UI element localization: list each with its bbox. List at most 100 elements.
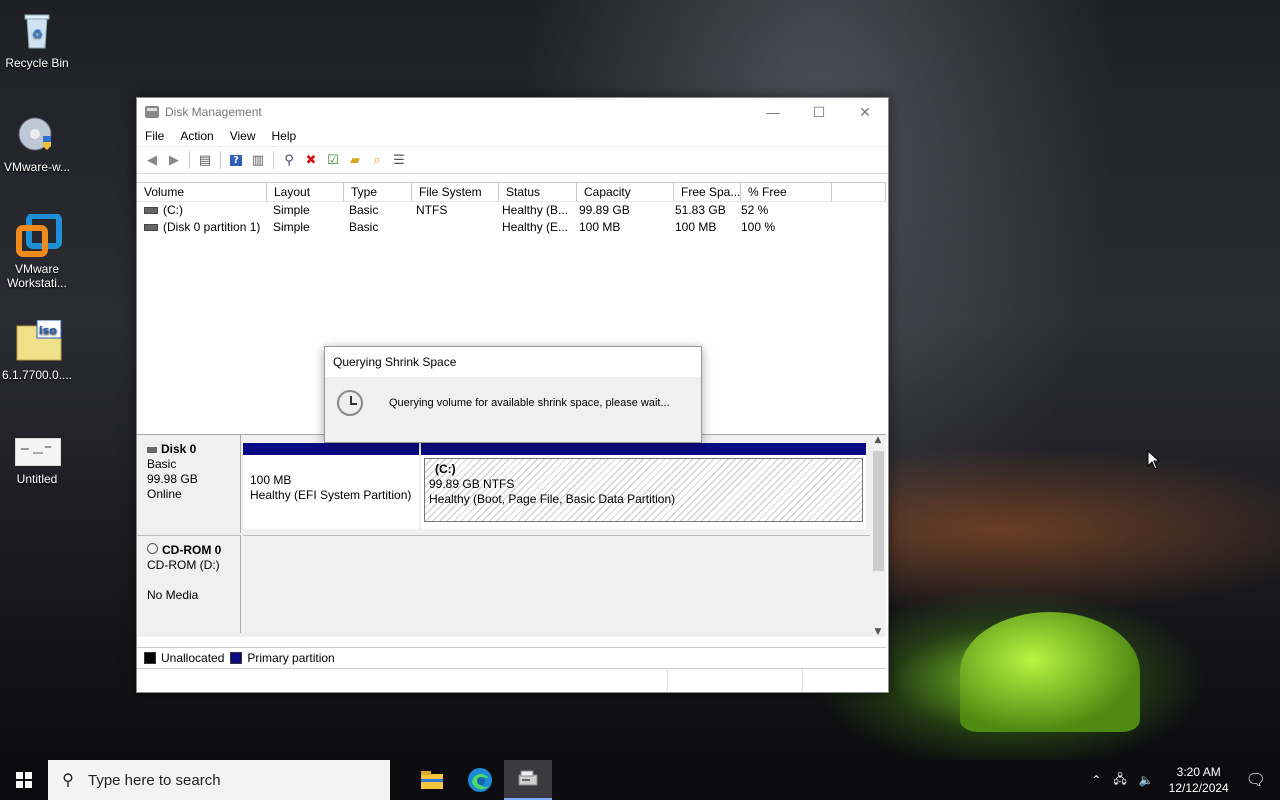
cell-volume: (C:) [137,202,266,219]
minimize-button[interactable]: — [750,98,796,126]
column-file-system[interactable]: File System [412,183,499,201]
cell-layout: Simple [273,220,310,234]
taskbar-search[interactable]: ⚲ Type here to search [48,760,390,800]
status-pane [668,669,803,691]
svg-text:iso: iso [39,324,57,337]
table-row[interactable]: (C:) Simple Basic NTFS Healthy (B... 99.… [137,202,886,219]
column-capacity[interactable]: Capacity [577,183,674,201]
back-icon[interactable]: ◀ [143,151,161,169]
svg-text:♻: ♻ [32,27,43,41]
desktop-icon-iso-file[interactable]: iso 6.1.7700.0.... [0,319,74,382]
taskbar-clock[interactable]: 3:20 AM 12/12/2024 [1166,764,1232,796]
legend-primary: Primary partition [247,650,335,665]
scroll-down-icon[interactable]: ▼ [870,627,886,637]
cell-status: Healthy (B... [502,203,569,217]
partition-size: 99.89 GB NTFS [429,477,515,491]
column-volume[interactable]: Volume [137,183,267,201]
cell-file-system: NTFS [416,203,448,217]
cdrom-0-label[interactable]: CD-ROM 0 CD-ROM (D:) No Media [137,535,241,633]
start-button[interactable] [0,760,48,800]
desktop-icon-untitled[interactable]: Untitled [0,437,74,486]
file-explorer-icon [421,771,443,789]
cell-type: Basic [349,203,379,217]
partition-name: (C:) [435,462,456,476]
cell-percent-free: 52 % [741,203,769,217]
column-status[interactable]: Status [499,183,577,201]
window-title: Disk Management [165,105,262,119]
menu-action[interactable]: Action [172,129,221,143]
scroll-up-icon[interactable]: ▲ [870,435,886,445]
partition-c[interactable]: (C:) 99.89 GB NTFS Healthy (Boot, Page F… [421,443,866,529]
menu-view[interactable]: View [222,129,264,143]
recycle-bin-icon: ♻ [15,8,59,52]
close-button[interactable]: ✕ [842,98,888,126]
partition-bar [243,443,419,455]
desktop-icon-recycle-bin[interactable]: ♻ Recycle Bin [0,8,74,70]
toolbar: ◀ ▶ ▤ ? ▥ ⚲ ✖ ☑ ▰ ⌕ ☰ [137,146,888,174]
maximize-button[interactable]: ☐ [796,98,842,126]
network-icon[interactable]: 🖧 [1113,770,1126,791]
desktop-icon-vmware-installer[interactable]: VMware-w... [0,112,74,174]
search-folder-icon[interactable]: ⌕ [368,151,386,169]
desktop-icon-label: VMware Workstati... [7,262,67,290]
disk-type: Basic [147,457,177,471]
delete-icon[interactable]: ✖ [302,151,320,169]
windows-logo-icon [16,772,32,788]
cell-free-space: 51.83 GB [675,203,726,217]
table-row[interactable]: (Disk 0 partition 1) Simple Basic Health… [137,219,886,236]
cell-file-system [409,219,495,236]
partition-size: 100 MB [250,473,292,487]
cell-capacity: 99.89 GB [579,203,630,217]
disk-state: Online [147,487,182,501]
cell-type: Basic [349,220,379,234]
desktop-icon-label: 6.1.7700.0.... [1,368,73,382]
show-hidden-icons-icon[interactable]: ⌃ [1091,773,1101,787]
scroll-thumb[interactable] [873,451,884,571]
partition-efi[interactable]: 100 MB Healthy (EFI System Partition) [243,443,419,529]
connect-icon[interactable]: ⚲ [280,151,298,169]
cell-capacity: 100 MB [579,220,621,234]
new-folder-icon[interactable]: ▰ [346,151,364,169]
dialog-title[interactable]: Querying Shrink Space [325,347,701,377]
vertical-scrollbar[interactable]: ▲ ▼ [870,435,886,637]
menu-file[interactable]: File [137,129,172,143]
show-hide-icon[interactable]: ▥ [249,151,267,169]
taskbar-file-explorer[interactable] [408,760,456,800]
column-free-space[interactable]: Free Spa... [674,183,741,201]
disk-0-label[interactable]: Disk 0 Basic 99.98 GB Online [137,435,241,533]
column-layout[interactable]: Layout [267,183,344,201]
taskbar-edge[interactable] [456,760,504,800]
taskbar: ⚲ Type here to search ⌃ 🖧 🔈 3:20 AM 12/1… [0,760,1280,800]
clock-time: 3:20 AM [1176,765,1221,779]
list-icon[interactable]: ☰ [390,151,408,169]
title-bar[interactable]: Disk Management — ☐ ✕ [137,98,888,126]
disk-graphical-view: Disk 0 Basic 99.98 GB Online 100 MB Heal… [137,434,886,637]
cdrom-area [243,535,870,634]
disk-icon [147,447,157,453]
properties-icon[interactable]: ▤ [196,151,214,169]
desktop-icon-vmware-workstation[interactable]: VMware Workstati... [0,213,74,290]
forward-icon[interactable]: ▶ [165,151,183,169]
cell-volume: (Disk 0 partition 1) [137,219,266,236]
partition-selected: (C:) 99.89 GB NTFS Healthy (Boot, Page F… [424,458,863,522]
wallpaper-tent [960,612,1140,732]
notification-icon[interactable]: 🗨 [1246,770,1266,790]
search-placeholder: Type here to search [88,771,221,789]
taskbar-disk-management[interactable] [504,760,552,800]
column-empty [832,183,886,201]
partition-bar [421,443,866,455]
dialog-body: Querying volume for available shrink spa… [325,377,701,429]
cell-percent-free: 100 % [741,220,776,234]
cell-status: Healthy (E... [502,220,569,234]
drive-icon [144,224,158,232]
toolbar-separator [273,151,274,169]
edge-icon [468,768,492,792]
legend-unallocated: Unallocated [161,650,225,665]
menu-help[interactable]: Help [264,129,305,143]
check-icon[interactable]: ☑ [324,151,342,169]
volume-muted-icon[interactable]: 🔈 [1139,773,1154,787]
help-icon[interactable]: ? [227,151,245,169]
unallocated-swatch [144,651,156,664]
column-type[interactable]: Type [344,183,412,201]
column-percent-free[interactable]: % Free [741,183,832,201]
